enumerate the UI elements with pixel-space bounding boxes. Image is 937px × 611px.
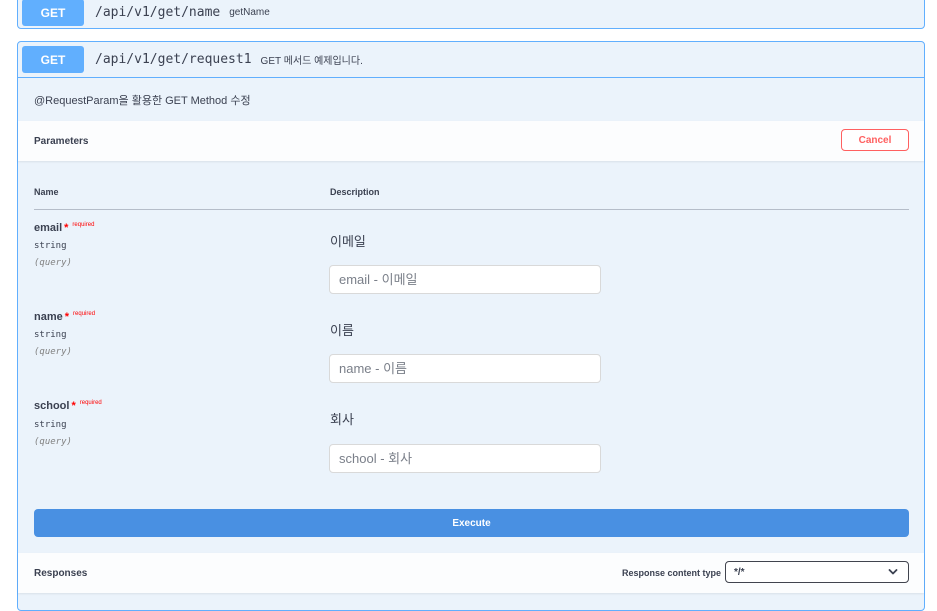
method-badge: GET xyxy=(22,46,84,73)
required-star: * xyxy=(71,400,76,412)
endpoint-path: /api/v1/get/request1 xyxy=(95,52,252,67)
required-label: required xyxy=(73,311,96,317)
endpoint-summary[interactable]: GET /api/v1/get/request1 GET 메서드 예제입니다. xyxy=(18,42,924,78)
param-type: string xyxy=(34,420,67,430)
param-description: 이름 xyxy=(330,323,354,338)
param-description: 이메일 xyxy=(330,234,366,249)
execute-button[interactable]: Execute xyxy=(34,509,909,537)
param-description: 회사 xyxy=(330,412,354,427)
operation-description: @RequestParam을 활용한 GET Method 수정 xyxy=(34,95,251,107)
cancel-button[interactable]: Cancel xyxy=(841,129,909,151)
parameters-title: Parameters xyxy=(34,136,89,147)
response-content-type-select[interactable]: */* xyxy=(725,561,909,583)
param-type: string xyxy=(34,330,67,340)
param-type: string xyxy=(34,241,67,251)
parameters-header: Parameters Cancel xyxy=(18,121,924,161)
endpoint-get-name[interactable]: GET /api/v1/get/name getName xyxy=(17,0,925,29)
param-location: (query) xyxy=(34,258,72,268)
required-star: * xyxy=(64,311,70,323)
endpoint-get-request1: GET /api/v1/get/request1 GET 메서드 예제입니다. … xyxy=(17,41,925,611)
param-name-school: school * required xyxy=(34,400,102,412)
param-name-name: name * required xyxy=(34,311,96,323)
endpoint-path: /api/v1/get/name xyxy=(95,5,221,20)
method-badge: GET xyxy=(22,0,84,26)
required-label: required xyxy=(79,400,102,406)
column-header-name: Name xyxy=(34,187,59,197)
param-location: (query) xyxy=(34,437,72,447)
school-input[interactable] xyxy=(329,444,601,473)
responses-title: Responses xyxy=(34,568,88,579)
response-content-type-value: */* xyxy=(734,566,745,578)
chevron-down-icon xyxy=(888,569,898,575)
param-name-email: email * required xyxy=(34,222,95,234)
response-content-type-label: Response content type xyxy=(622,568,722,578)
endpoint-summary-text: GET 메서드 예제입니다. xyxy=(260,56,363,67)
table-divider xyxy=(34,209,909,210)
param-location: (query) xyxy=(34,347,72,357)
endpoint-summary-text: getName xyxy=(229,7,270,18)
column-header-description: Description xyxy=(330,187,380,197)
email-input[interactable] xyxy=(329,265,601,294)
required-label: required xyxy=(72,222,95,228)
responses-header: Responses Response content type */* xyxy=(18,553,924,593)
required-star: * xyxy=(64,222,69,234)
name-input[interactable] xyxy=(329,354,601,383)
endpoint-summary[interactable]: GET /api/v1/get/name getName xyxy=(18,0,924,30)
